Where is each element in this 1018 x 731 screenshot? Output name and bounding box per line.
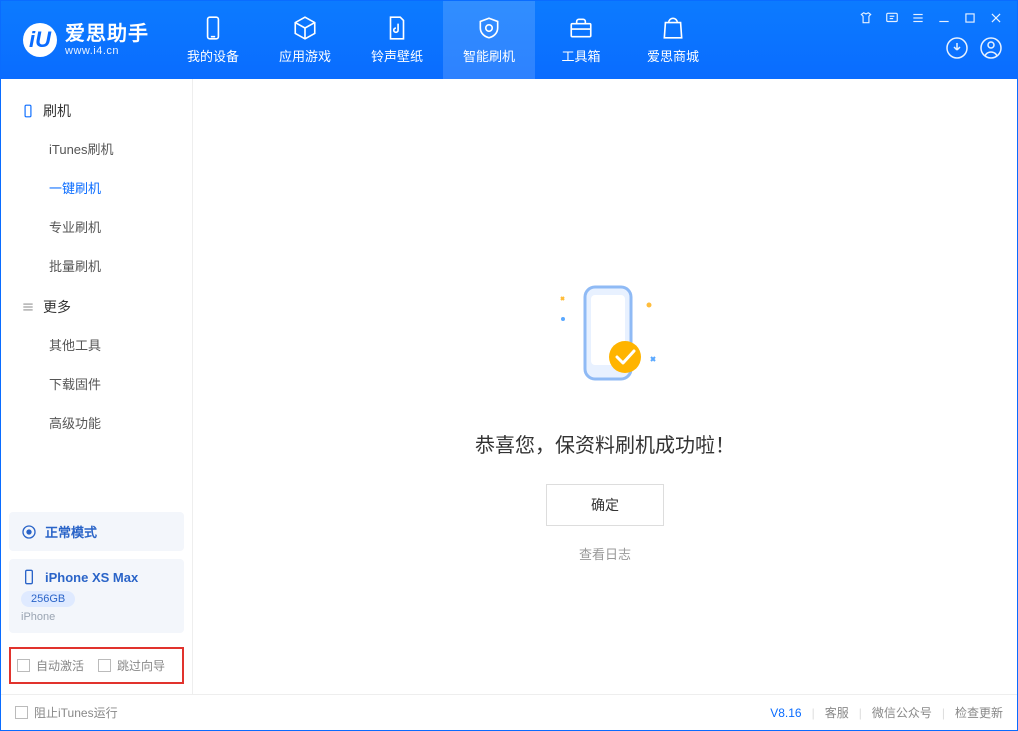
- download-icon[interactable]: [945, 36, 969, 65]
- device-icon: [200, 15, 226, 41]
- bag-icon: [660, 15, 686, 41]
- header: iU 爱思助手 www.i4.cn 我的设备 应用游戏 铃声壁纸 智能刷机: [1, 1, 1017, 79]
- tab-apps-games[interactable]: 应用游戏: [259, 1, 351, 79]
- checkbox-block-itunes[interactable]: 阻止iTunes运行: [15, 704, 118, 721]
- footer-left: 阻止iTunes运行: [15, 704, 118, 721]
- version-label: V8.16: [770, 706, 801, 720]
- footer-link-wechat[interactable]: 微信公众号: [872, 704, 932, 721]
- checkbox-label: 阻止iTunes运行: [34, 704, 118, 721]
- brand-title: 爱思助手: [65, 23, 149, 45]
- tab-toolbox[interactable]: 工具箱: [535, 1, 627, 79]
- cube-icon: [292, 15, 318, 41]
- music-file-icon: [384, 15, 410, 41]
- sidebar-item-download-firmware[interactable]: 下载固件: [1, 364, 192, 403]
- sidebar-device-boxes: 正常模式 iPhone XS Max 256GB iPhone: [1, 504, 192, 641]
- footer-link-cs[interactable]: 客服: [825, 704, 849, 721]
- list-icon: [21, 300, 35, 314]
- footer-link-update[interactable]: 检查更新: [955, 704, 1003, 721]
- brand-logo-icon: iU: [23, 23, 57, 57]
- sidebar-item-itunes-flash[interactable]: iTunes刷机: [1, 129, 192, 168]
- app-window: iU 爱思助手 www.i4.cn 我的设备 应用游戏 铃声壁纸 智能刷机: [0, 0, 1018, 731]
- tab-label: 智能刷机: [463, 46, 515, 65]
- tab-ringtones-wallpapers[interactable]: 铃声壁纸: [351, 1, 443, 79]
- brand-text: 爱思助手 www.i4.cn: [65, 23, 149, 57]
- sidebar-item-pro-flash[interactable]: 专业刷机: [1, 207, 192, 246]
- sidebar-item-other-tools[interactable]: 其他工具: [1, 325, 192, 364]
- tab-label: 工具箱: [561, 46, 600, 65]
- minimize-icon[interactable]: [937, 11, 951, 30]
- group-title: 更多: [43, 297, 71, 317]
- checkbox-icon: [17, 659, 30, 672]
- footer-right: V8.16 | 客服 | 微信公众号 | 检查更新: [770, 704, 1003, 721]
- main-tabs: 我的设备 应用游戏 铃声壁纸 智能刷机 工具箱 爱思商城: [167, 1, 719, 79]
- brand-subtitle: www.i4.cn: [65, 45, 149, 57]
- storage-pill: 256GB: [21, 591, 75, 607]
- feedback-icon[interactable]: [885, 11, 899, 30]
- group-title: 刷机: [43, 101, 71, 121]
- refresh-shield-icon: [476, 15, 502, 41]
- sidebar-group-more: 更多: [1, 285, 192, 325]
- tab-label: 铃声壁纸: [371, 46, 423, 65]
- ok-button[interactable]: 确定: [546, 484, 664, 526]
- device-type: iPhone: [21, 611, 172, 623]
- account-buttons: [945, 36, 1003, 65]
- brand: iU 爱思助手 www.i4.cn: [1, 1, 167, 79]
- device-small-icon: [21, 569, 37, 585]
- tab-label: 爱思商城: [647, 46, 699, 65]
- device-box[interactable]: iPhone XS Max 256GB iPhone: [9, 559, 184, 633]
- success-illustration: [545, 279, 665, 399]
- main-content: 恭喜您，保资料刷机成功啦！ 确定 查看日志: [193, 79, 1017, 694]
- system-buttons: [859, 11, 1003, 30]
- mode-label: 正常模式: [45, 522, 97, 541]
- success-message: 恭喜您，保资料刷机成功啦！: [475, 429, 735, 458]
- sidebar-item-oneclick-flash[interactable]: 一键刷机: [1, 168, 192, 207]
- phone-icon: [21, 104, 35, 118]
- view-log-link[interactable]: 查看日志: [579, 544, 631, 563]
- sidebar-item-batch-flash[interactable]: 批量刷机: [1, 246, 192, 285]
- sidebar: 刷机 iTunes刷机 一键刷机 专业刷机 批量刷机 更多 其他工具 下载固件 …: [1, 79, 193, 694]
- menu-icon[interactable]: [911, 11, 925, 30]
- checkbox-icon: [98, 659, 111, 672]
- close-icon[interactable]: [989, 11, 1003, 30]
- device-name: iPhone XS Max: [45, 570, 138, 585]
- tab-my-device[interactable]: 我的设备: [167, 1, 259, 79]
- tab-label: 应用游戏: [279, 46, 331, 65]
- sidebar-group-flash: 刷机: [1, 89, 192, 129]
- toolbox-icon: [568, 15, 594, 41]
- checkbox-skip-guide[interactable]: 跳过向导: [98, 657, 165, 674]
- tshirt-icon[interactable]: [859, 11, 873, 30]
- checkbox-label: 自动激活: [36, 657, 84, 674]
- sidebar-scroll: 刷机 iTunes刷机 一键刷机 专业刷机 批量刷机 更多 其他工具 下载固件 …: [1, 79, 192, 504]
- body: 刷机 iTunes刷机 一键刷机 专业刷机 批量刷机 更多 其他工具 下载固件 …: [1, 79, 1017, 694]
- tab-smart-flash[interactable]: 智能刷机: [443, 1, 535, 79]
- maximize-icon[interactable]: [963, 11, 977, 30]
- tab-store[interactable]: 爱思商城: [627, 1, 719, 79]
- user-icon[interactable]: [979, 36, 1003, 65]
- tab-label: 我的设备: [187, 46, 239, 65]
- mode-icon: [21, 524, 37, 540]
- sidebar-checks-highlight: 自动激活 跳过向导: [9, 647, 184, 684]
- footer: 阻止iTunes运行 V8.16 | 客服 | 微信公众号 | 检查更新: [1, 694, 1017, 730]
- sidebar-item-advanced[interactable]: 高级功能: [1, 403, 192, 442]
- checkbox-label: 跳过向导: [117, 657, 165, 674]
- mode-box[interactable]: 正常模式: [9, 512, 184, 551]
- checkbox-icon: [15, 706, 28, 719]
- checkbox-auto-activate[interactable]: 自动激活: [17, 657, 84, 674]
